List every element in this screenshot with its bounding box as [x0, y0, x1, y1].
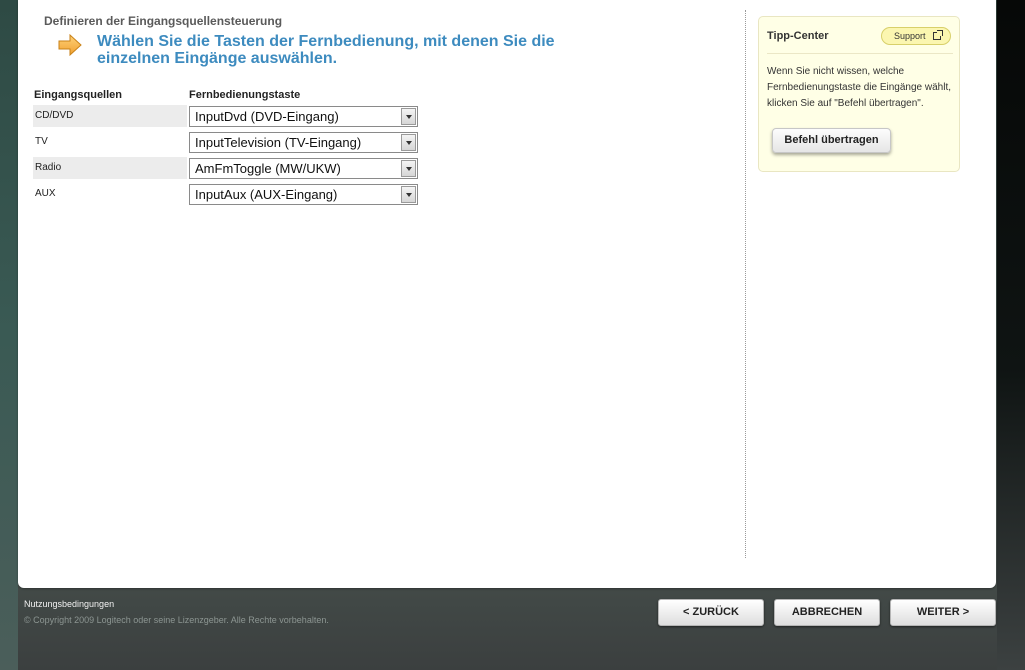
input-source-label: CD/DVD	[33, 105, 187, 127]
input-row-radio: Radio AmFmToggle (MW/UKW)	[33, 157, 423, 179]
next-button[interactable]: WEITER >	[890, 599, 996, 626]
input-row-aux: AUX InputAux (AUX-Eingang)	[33, 183, 423, 205]
transfer-command-button[interactable]: Befehl übertragen	[772, 128, 891, 153]
window-right-edge	[997, 0, 1025, 670]
tip-divider	[767, 53, 953, 54]
input-source-label: AUX	[35, 188, 56, 199]
select-value: InputTelevision (TV-Eingang)	[195, 135, 362, 150]
support-button[interactable]: Support	[881, 27, 951, 45]
input-source-label: Radio	[33, 157, 187, 179]
remote-button-select-aux[interactable]: InputAux (AUX-Eingang)	[189, 184, 418, 205]
tip-center-panel: Tipp-Center Support Wenn Sie nicht wisse…	[758, 16, 960, 172]
window-left-edge	[0, 0, 18, 670]
copyright-text: © Copyright 2009 Logitech oder seine Liz…	[24, 615, 329, 625]
remote-button-select-tv[interactable]: InputTelevision (TV-Eingang)	[189, 132, 418, 153]
remote-button-select-cd-dvd[interactable]: InputDvd (DVD-Eingang)	[189, 106, 418, 127]
remote-button-select-radio[interactable]: AmFmToggle (MW/UKW)	[189, 158, 418, 179]
cancel-button[interactable]: ABBRECHEN	[774, 599, 880, 626]
chevron-down-icon[interactable]	[401, 134, 416, 151]
section-title: Definieren der Eingangsquellensteuerung	[44, 14, 283, 28]
arrow-right-icon	[58, 34, 82, 56]
instruction-heading: Wählen Sie die Tasten der Fernbedienung,…	[97, 33, 555, 67]
chevron-down-icon[interactable]	[401, 108, 416, 125]
external-link-icon	[933, 30, 943, 40]
terms-link[interactable]: Nutzungsbedingungen	[24, 599, 114, 609]
select-value: AmFmToggle (MW/UKW)	[195, 161, 341, 176]
support-label: Support	[894, 31, 926, 41]
wizard-content-panel: Definieren der Eingangsquellensteuerung …	[18, 0, 996, 588]
tip-text: Wenn Sie nicht wissen, welche Fernbedien…	[767, 66, 952, 109]
input-row-tv: TV InputTelevision (TV-Eingang)	[33, 131, 423, 153]
input-row-cd-dvd: CD/DVD InputDvd (DVD-Eingang)	[33, 105, 423, 127]
select-value: InputAux (AUX-Eingang)	[195, 187, 338, 202]
column-header-sources: Eingangsquellen	[34, 89, 123, 101]
chevron-down-icon[interactable]	[401, 160, 416, 177]
tip-center-title: Tipp-Center	[767, 30, 829, 42]
back-button[interactable]: < ZURÜCK	[658, 599, 764, 626]
input-source-label: TV	[35, 136, 48, 147]
chevron-down-icon[interactable]	[401, 186, 416, 203]
select-value: InputDvd (DVD-Eingang)	[195, 109, 339, 124]
column-header-remote-button: Fernbedienungstaste	[189, 89, 301, 101]
panel-divider	[745, 10, 746, 558]
